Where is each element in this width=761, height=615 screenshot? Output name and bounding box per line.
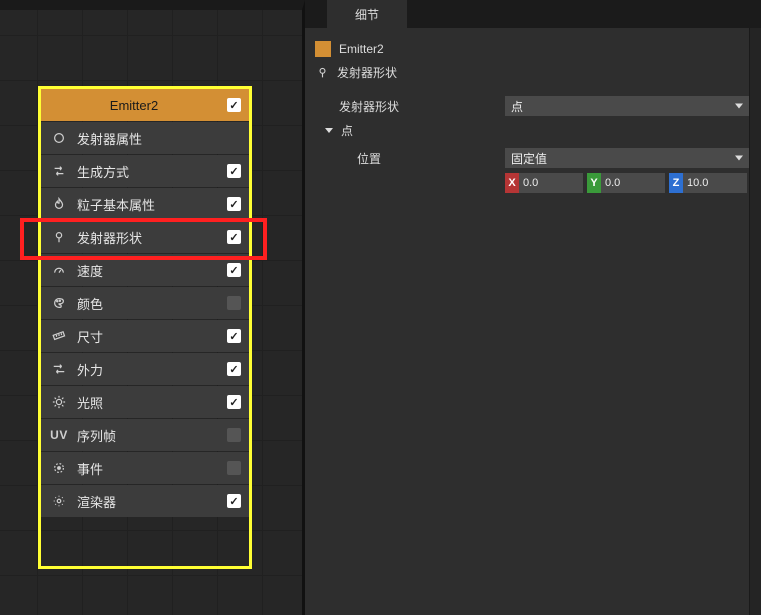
- swap-icon: [51, 163, 67, 179]
- position-x-value: 0.0: [519, 177, 538, 189]
- module-uv-anim[interactable]: UV 序列帧: [41, 419, 249, 451]
- module-label: 发射器形状: [77, 228, 227, 247]
- module-checkbox[interactable]: ✓: [227, 230, 241, 244]
- position-mode-dropdown[interactable]: 固定值: [505, 148, 749, 168]
- module-label: 颜色: [77, 294, 227, 313]
- module-label: 外力: [77, 360, 227, 379]
- module-label: 渲染器: [77, 492, 227, 511]
- emitter-title: Emitter2: [41, 98, 227, 113]
- module-light[interactable]: 光照 ✓: [41, 386, 249, 418]
- selected-module-row: 发射器形状: [311, 62, 749, 82]
- module-label: 序列帧: [77, 426, 227, 445]
- gauge-icon: [51, 262, 67, 278]
- sun-icon: [51, 394, 67, 410]
- position-y-value: 0.0: [601, 177, 620, 189]
- module-spawn[interactable]: 生成方式 ✓: [41, 155, 249, 187]
- module-checkbox[interactable]: ✓: [227, 362, 241, 376]
- pin-icon: [51, 229, 67, 245]
- position-y-field[interactable]: Y 0.0: [587, 173, 665, 193]
- tab-strip: 细节: [305, 0, 761, 28]
- module-label: 粒子基本属性: [77, 195, 227, 214]
- pin-icon: [315, 65, 329, 79]
- emitter-header[interactable]: Emitter2 ✓: [41, 89, 249, 121]
- module-checkbox[interactable]: [227, 461, 241, 475]
- chevron-down-icon: [735, 156, 743, 161]
- module-checkbox[interactable]: [227, 428, 241, 442]
- chevron-down-icon: [325, 128, 333, 133]
- emitter-module-panel: Emitter2 ✓ 发射器属性 生成方式 ✓ 粒子基本属性 ✓ 发射器形状 ✓…: [41, 89, 249, 518]
- axis-z-label: Z: [669, 173, 683, 193]
- object-color-swatch: [315, 41, 331, 57]
- object-name: Emitter2: [339, 42, 384, 56]
- palette-icon: [51, 295, 67, 311]
- circle-icon: [51, 130, 67, 146]
- shape-expand-toggle[interactable]: 点: [311, 122, 749, 139]
- tab-label: 细节: [355, 6, 379, 23]
- selected-module-label: 发射器形状: [337, 64, 397, 81]
- module-emitter-shape[interactable]: 发射器形状 ✓: [41, 221, 249, 253]
- position-vector: X 0.0 Y 0.0 Z 10.0: [311, 173, 749, 193]
- ruler-icon: [51, 328, 67, 344]
- module-event[interactable]: 事件: [41, 452, 249, 484]
- prop-emitter-shape: 发射器形状 点: [311, 96, 749, 116]
- module-renderer[interactable]: 渲染器 ✓: [41, 485, 249, 517]
- module-label: 生成方式: [77, 162, 227, 181]
- module-checkbox[interactable]: ✓: [227, 329, 241, 343]
- module-checkbox[interactable]: ✓: [227, 395, 241, 409]
- flame-icon: [51, 196, 67, 212]
- dropdown-value: 点: [511, 98, 523, 115]
- details-pane: 细节 Emitter2 发射器形状 发射器形状 点 点 位置 固定值: [305, 0, 761, 615]
- prop-position: 位置 固定值: [311, 145, 749, 171]
- module-label: 光照: [77, 393, 227, 412]
- render-icon: [51, 493, 67, 509]
- module-label: 速度: [77, 261, 227, 280]
- uv-icon: UV: [51, 427, 67, 443]
- left-pane: Emitter2 ✓ 发射器属性 生成方式 ✓ 粒子基本属性 ✓ 发射器形状 ✓…: [0, 0, 305, 615]
- details-body: Emitter2 发射器形状 发射器形状 点 点 位置 固定值: [305, 28, 761, 615]
- axis-x-label: X: [505, 173, 519, 193]
- module-checkbox[interactable]: ✓: [227, 263, 241, 277]
- shape-expand-label: 点: [341, 122, 353, 139]
- module-checkbox[interactable]: ✓: [227, 494, 241, 508]
- prop-label: 位置: [357, 150, 505, 167]
- module-velocity[interactable]: 速度 ✓: [41, 254, 249, 286]
- module-checkbox[interactable]: ✓: [227, 197, 241, 211]
- dropdown-value: 固定值: [511, 150, 547, 167]
- details-scrollbar[interactable]: [749, 28, 761, 615]
- emitter-shape-dropdown[interactable]: 点: [505, 96, 749, 116]
- module-size[interactable]: 尺寸 ✓: [41, 320, 249, 352]
- axis-y-label: Y: [587, 173, 601, 193]
- module-color[interactable]: 颜色: [41, 287, 249, 319]
- object-header: Emitter2: [311, 38, 749, 60]
- event-icon: [51, 460, 67, 476]
- emitter-enable-checkbox[interactable]: ✓: [227, 98, 241, 112]
- tab-details[interactable]: 细节: [327, 0, 407, 28]
- force-icon: [51, 361, 67, 377]
- module-label: 事件: [77, 459, 227, 478]
- module-label: 尺寸: [77, 327, 227, 346]
- module-checkbox[interactable]: [227, 296, 241, 310]
- module-particle-base[interactable]: 粒子基本属性 ✓: [41, 188, 249, 220]
- module-force[interactable]: 外力 ✓: [41, 353, 249, 385]
- chevron-down-icon: [735, 104, 743, 109]
- position-z-value: 10.0: [683, 177, 708, 189]
- module-checkbox[interactable]: ✓: [227, 164, 241, 178]
- position-z-field[interactable]: Z 10.0: [669, 173, 747, 193]
- module-label: 发射器属性: [77, 129, 241, 148]
- position-x-field[interactable]: X 0.0: [505, 173, 583, 193]
- module-emitter-props[interactable]: 发射器属性: [41, 122, 249, 154]
- prop-label: 发射器形状: [339, 98, 505, 115]
